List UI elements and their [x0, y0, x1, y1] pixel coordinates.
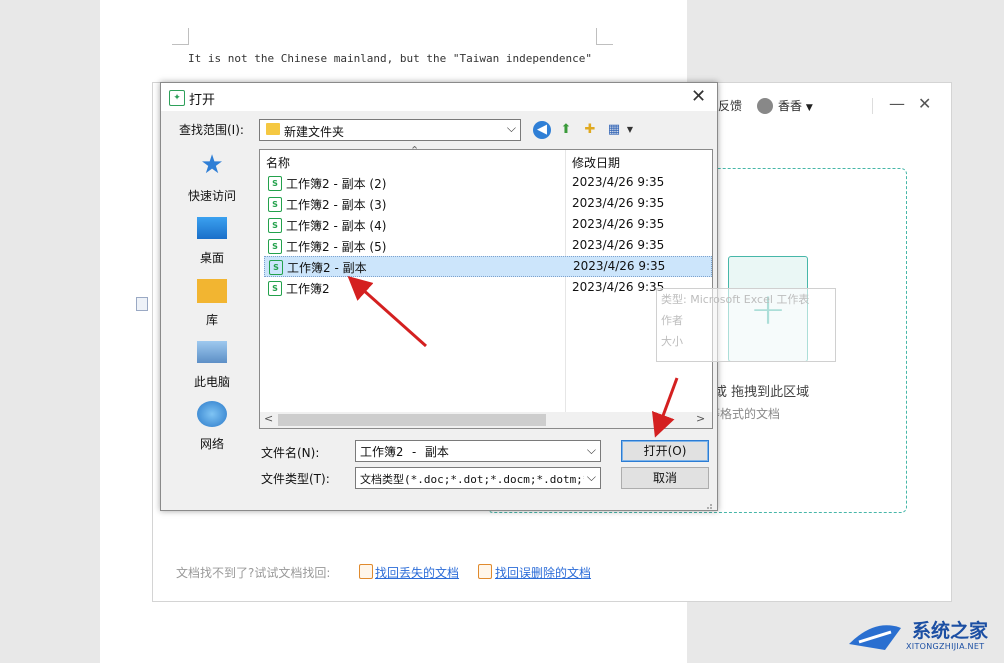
chevron-down-icon: ▼	[805, 103, 813, 113]
places-bar: ★ 快速访问 桌面 库 此电脑 网络	[167, 149, 257, 451]
crop-mark	[172, 28, 189, 45]
avatar[interactable]	[757, 98, 773, 114]
file-type-label: 文件类型(T):	[261, 472, 330, 486]
back-icon[interactable]: ◀	[533, 121, 551, 139]
place-desktop[interactable]: 桌面	[167, 213, 257, 273]
resize-grip-icon[interactable]	[705, 499, 713, 509]
minimize-icon[interactable]: —	[889, 94, 905, 113]
list-item-selected[interactable]: S 工作簿2 - 副本 2023/4/26 9:35	[264, 256, 712, 277]
document-text: It is not the Chinese mainland, but the …	[188, 52, 592, 65]
list-item[interactable]: S 工作簿2 2023/4/26 9:35	[264, 278, 710, 297]
spreadsheet-icon: S	[268, 239, 282, 254]
file-date: 2023/4/26 9:35	[572, 280, 665, 294]
watermark-text: 系统之家	[912, 620, 989, 642]
list-item[interactable]: S 工作簿2 - 副本 (3) 2023/4/26 9:35	[264, 194, 710, 213]
close-icon[interactable]: ✕	[918, 94, 931, 113]
scroll-right-icon[interactable]: >	[696, 412, 705, 425]
spreadsheet-icon: S	[268, 176, 282, 191]
sort-ascending-icon: ⌃	[410, 144, 420, 157]
place-quick-access[interactable]: ★ 快速访问	[167, 149, 257, 209]
place-label: 快速访问	[187, 189, 236, 203]
file-date: 2023/4/26 9:35	[573, 259, 666, 273]
recover-lost-link[interactable]: 找回丢失的文档	[375, 564, 459, 581]
file-name-value: 工作簿2 - 副本	[360, 445, 449, 459]
desktop-icon	[197, 217, 227, 239]
scroll-thumb[interactable]	[278, 414, 546, 426]
dialog-title: 打开	[189, 93, 216, 108]
recover-deleted-icon	[478, 564, 492, 579]
column-header-date[interactable]: 修改日期	[572, 154, 620, 171]
tooltip-size: 大小	[661, 335, 683, 348]
file-type-select[interactable]: 文档类型(*.doc;*.dot;*.docm;*.dotm;*. ⌵	[355, 467, 601, 489]
chevron-down-icon: ⌵	[583, 470, 596, 485]
user-name: 香香	[778, 99, 803, 113]
file-name-input[interactable]: 工作簿2 - 副本 ⌵	[355, 440, 601, 462]
place-label: 库	[205, 313, 218, 327]
file-name: 工作簿2	[286, 282, 330, 296]
file-type-value: 文档类型(*.doc;*.dot;*.docm;*.dotm;*.	[360, 473, 597, 486]
chevron-down-icon: ⌵	[506, 121, 516, 135]
file-name: 工作簿2 - 副本 (4)	[286, 219, 387, 233]
file-date: 2023/4/26 9:35	[572, 175, 665, 189]
file-date: 2023/4/26 9:35	[572, 217, 665, 231]
document-icon	[136, 297, 148, 311]
list-item[interactable]: S 工作簿2 - 副本 (4) 2023/4/26 9:35	[264, 215, 710, 234]
look-in-value: 新建文件夹	[284, 125, 345, 139]
star-icon: ★	[200, 150, 224, 180]
file-date: 2023/4/26 9:35	[572, 238, 665, 252]
library-icon	[197, 279, 227, 303]
recover-prompt: 文档找不到了?试试文档找回:	[176, 566, 331, 580]
spreadsheet-icon: S	[268, 197, 282, 212]
folder-icon	[266, 123, 280, 135]
user-menu[interactable]: 香香 ▼	[778, 97, 813, 114]
crop-mark	[596, 28, 613, 45]
up-folder-icon[interactable]: ⬆	[557, 121, 575, 139]
format-hint: 等格式的文档	[708, 407, 781, 421]
file-date: 2023/4/26 9:35	[572, 196, 665, 210]
column-header-name[interactable]: 名称	[266, 154, 290, 171]
spreadsheet-icon: S	[268, 281, 282, 296]
list-item[interactable]: S 工作簿2 - 副本 (2) 2023/4/26 9:35	[264, 173, 710, 192]
divider	[872, 98, 873, 114]
place-computer[interactable]: 此电脑	[167, 337, 257, 397]
cancel-button[interactable]: 取消	[621, 467, 709, 489]
file-name: 工作簿2 - 副本 (3)	[286, 198, 387, 212]
watermark-logo-icon	[849, 625, 901, 650]
spreadsheet-icon: S	[269, 260, 283, 275]
drop-hint: 或 拖拽到此区域	[714, 385, 810, 400]
chevron-down-icon[interactable]: ⌵	[583, 443, 596, 458]
place-library[interactable]: 库	[167, 275, 257, 335]
place-label: 网络	[199, 437, 224, 451]
tooltip-type: 类型: Microsoft Excel 工作表	[661, 293, 810, 306]
computer-icon	[197, 341, 227, 363]
network-icon	[197, 401, 227, 427]
place-label: 桌面	[199, 251, 224, 265]
file-tooltip: 类型: Microsoft Excel 工作表 作者 大小	[656, 288, 836, 362]
file-name-label: 文件名(N):	[261, 446, 320, 460]
chevron-down-icon[interactable]: ▼	[621, 121, 639, 139]
look-in-label: 查找范围(I):	[179, 123, 244, 137]
feedback-link[interactable]: 反馈	[718, 97, 742, 114]
watermark-url: XITONGZHIJIA.NET	[906, 642, 985, 651]
file-name: 工作簿2 - 副本 (2)	[286, 177, 387, 191]
app-icon: ✦	[169, 90, 185, 106]
file-name: 工作簿2 - 副本	[287, 261, 367, 275]
horizontal-scrollbar[interactable]: < >	[260, 412, 712, 428]
place-network[interactable]: 网络	[167, 399, 257, 459]
file-list[interactable]: ⌃ 名称 修改日期 S 工作簿2 - 副本 (2) 2023/4/26 9:35…	[259, 144, 836, 429]
look-in-select[interactable]: 新建文件夹 ⌵	[259, 119, 521, 141]
place-label: 此电脑	[193, 375, 230, 389]
new-folder-icon[interactable]: ✚	[581, 121, 599, 139]
close-icon[interactable]: ✕	[691, 86, 706, 107]
spreadsheet-icon: S	[268, 218, 282, 233]
dialog-titlebar: ✦ 打开 ✕	[161, 83, 717, 111]
open-dialog: ✦ 打开 ✕ 查找范围(I): 新建文件夹 ⌵ ◀ ⬆ ✚ ▦ ▼ ★ 快速访问…	[160, 82, 836, 511]
tooltip-author: 作者	[661, 314, 683, 327]
scroll-left-icon[interactable]: <	[264, 412, 273, 425]
list-item[interactable]: S 工作簿2 - 副本 (5) 2023/4/26 9:35	[264, 236, 710, 255]
open-button[interactable]: 打开(O)	[621, 440, 709, 462]
recover-lost-icon	[359, 564, 373, 579]
recover-deleted-link[interactable]: 找回误删除的文档	[495, 564, 591, 581]
file-name: 工作簿2 - 副本 (5)	[286, 240, 387, 254]
